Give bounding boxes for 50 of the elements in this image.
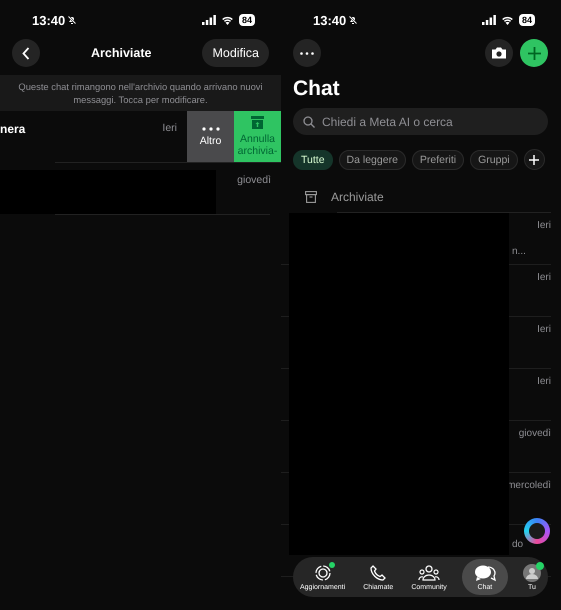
meta-ai-button[interactable] [524, 518, 550, 544]
edit-button[interactable]: Modifica [202, 39, 269, 67]
chat-bubbles-icon [474, 564, 496, 582]
chat-name: nera [0, 121, 26, 136]
archive-icon [305, 191, 317, 203]
plus-icon [529, 154, 540, 164]
chat-time: giovedì [237, 173, 271, 186]
archive-info-banner[interactable]: Queste chat rimangono nell'archivio quando arrivano nuovi messaggi. Tocca per modificare. [0, 75, 281, 111]
status-ring-icon [314, 564, 332, 582]
wifi-icon [220, 15, 234, 25]
add-filter-button[interactable] [524, 149, 545, 170]
archived-row[interactable]: Archiviate [281, 182, 561, 212]
avatar-icon [522, 564, 541, 582]
chat-time: Ieri [162, 121, 177, 134]
clock-time: 13:40 [32, 12, 66, 28]
message-preview: n... [512, 246, 526, 257]
chat-time: mercoledì [507, 480, 551, 491]
filter-chip[interactable]: Gruppi [470, 150, 518, 170]
wifi-icon [500, 15, 514, 25]
dots-icon [202, 126, 220, 130]
camera-button[interactable] [485, 39, 513, 67]
more-action-button[interactable]: Altro [187, 111, 234, 162]
search-icon [303, 116, 315, 128]
signal-icon [482, 15, 496, 25]
phone-icon [369, 564, 388, 582]
filter-chip[interactable]: Tutte [293, 150, 333, 170]
battery-level: 84 [238, 14, 255, 26]
chat-time: giovedì [518, 428, 551, 439]
plus-icon [528, 46, 540, 60]
people-icon [418, 564, 440, 582]
filter-chip[interactable]: Da leggere [338, 150, 406, 170]
dots-icon [300, 52, 314, 54]
clock-time: 13:40 [313, 12, 346, 28]
screen-title: Archiviate [90, 46, 152, 60]
search-field[interactable]: Chiedi a Meta AI o cerca [293, 108, 548, 135]
chat-time: Ieri [537, 220, 551, 231]
chat-time: Ieri [537, 376, 551, 387]
chat-time: Ieri [537, 324, 551, 335]
signal-icon [202, 15, 216, 25]
battery-level: 84 [518, 14, 535, 26]
message-preview: do [512, 539, 524, 550]
chat-time: Ieri [537, 272, 551, 283]
more-options-button[interactable] [293, 39, 321, 67]
camera-icon [491, 47, 507, 59]
new-chat-button[interactable] [520, 39, 548, 67]
archive-box-icon [251, 116, 264, 129]
screen-title: Chat [293, 76, 341, 102]
chevron-left-icon [22, 46, 30, 60]
filter-chip[interactable]: Preferiti [412, 150, 464, 170]
back-button[interactable] [12, 39, 40, 67]
